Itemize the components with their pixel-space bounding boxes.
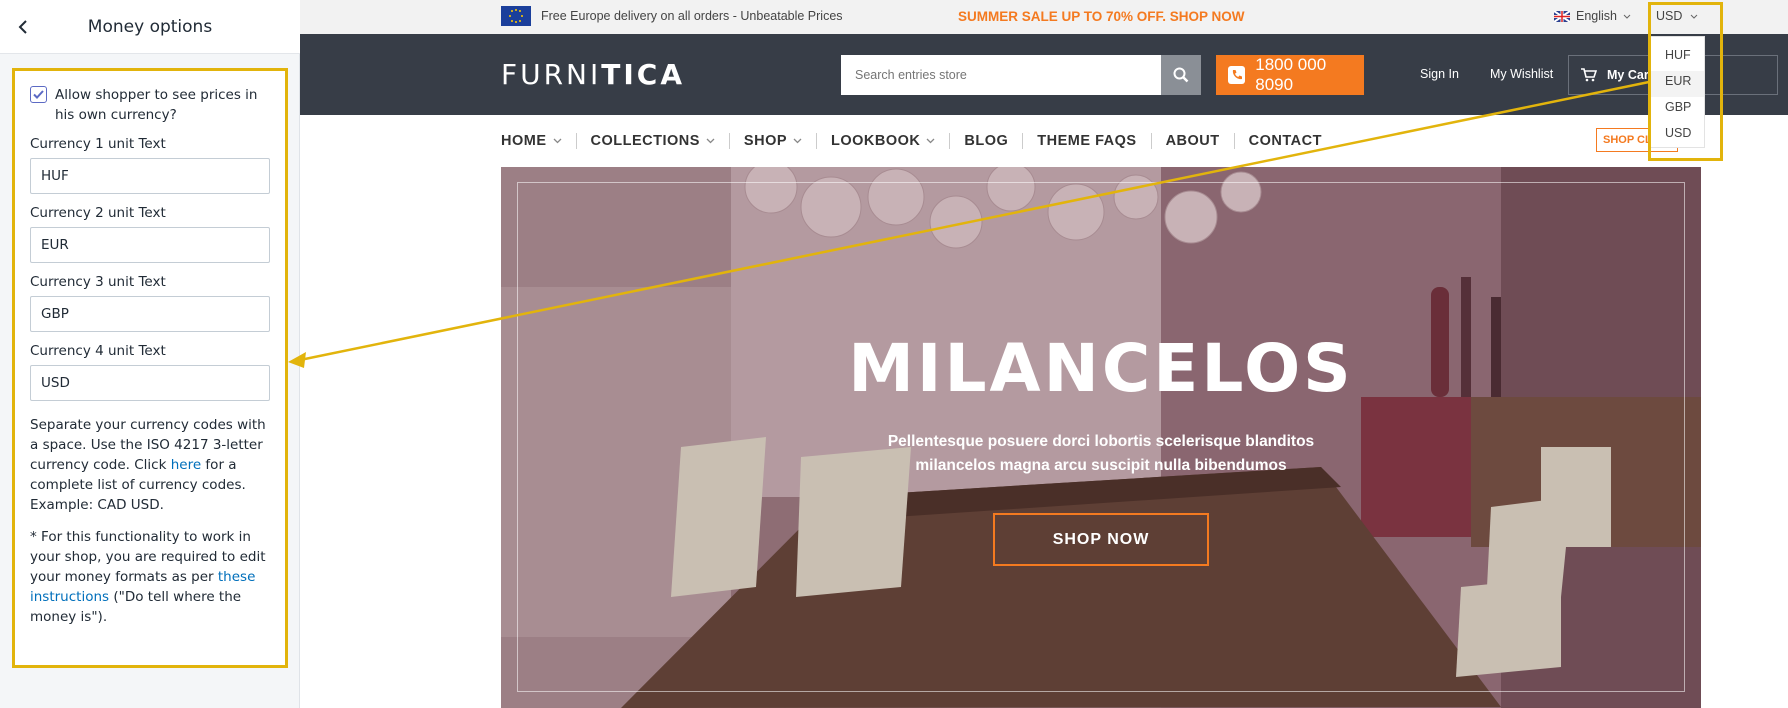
currency-help-text: Separate your currency codes with a spac… — [30, 415, 270, 515]
currency-4-input[interactable] — [30, 365, 270, 401]
currency-4-label: Currency 4 unit Text — [30, 343, 166, 359]
money-options-section: Allow shopper to see prices in his own c… — [12, 68, 288, 668]
allow-currency-checkbox[interactable] — [30, 86, 47, 103]
hero-banner: MILANCELOS Pellentesque posuere dorci lo… — [501, 167, 1701, 708]
iso-codes-link[interactable]: here — [171, 457, 201, 473]
currency-2-input[interactable] — [30, 227, 270, 263]
logo-light-text: FURNI — [501, 58, 602, 91]
phone-number: 1800 000 8090 — [1255, 55, 1327, 94]
promo-text: Free Europe delivery on all orders - Unb… — [541, 9, 843, 23]
chevron-down-icon — [1623, 14, 1631, 19]
nav-label: COLLECTIONS — [590, 133, 700, 149]
sale-banner-link[interactable]: SUMMER SALE UP TO 70% OFF. SHOP NOW — [958, 9, 1245, 24]
nav-label: BLOG — [964, 133, 1009, 149]
nav-label: CONTACT — [1248, 133, 1322, 149]
store-header: FURNITICA 1800 000 8090 Sign In My Wishl… — [300, 34, 1788, 115]
currency-label: USD — [1656, 9, 1683, 23]
main-navigation: HOME COLLECTIONS SHOP LOOKBOOK BLOG THEM… — [501, 131, 1336, 151]
currency-4-group: Currency 4 unit Text — [30, 343, 270, 401]
panel-title: Money options — [87, 17, 213, 37]
currency-3-label: Currency 3 unit Text — [30, 274, 166, 290]
currency-option-usd[interactable]: USD — [1650, 123, 1704, 149]
checkmark-icon — [33, 90, 44, 99]
language-label: English — [1576, 9, 1617, 23]
currency-2-group: Currency 2 unit Text — [30, 205, 270, 263]
nav-label: HOME — [501, 133, 547, 149]
chevron-down-icon — [793, 138, 802, 144]
eu-flag-icon — [501, 6, 531, 26]
nav-item-shop[interactable]: SHOP — [728, 133, 816, 149]
cart-label: My Cart — [1607, 68, 1653, 82]
nav-label: SHOP — [743, 133, 788, 149]
currency-toggle-row: Allow shopper to see prices in his own c… — [30, 85, 270, 125]
uk-flag-icon — [1553, 9, 1571, 23]
hero-subtitle: Pellentesque posuere dorci lobortis scel… — [887, 433, 1315, 474]
storefront-preview: Free Europe delivery on all orders - Unb… — [300, 0, 1788, 708]
store-logo[interactable]: FURNITICA — [501, 58, 685, 91]
currency-2-label: Currency 2 unit Text — [30, 205, 166, 221]
chevron-down-icon — [1691, 14, 1698, 19]
nav-item-blog[interactable]: BLOG — [949, 133, 1022, 149]
nav-label: THEME FAQS — [1037, 133, 1137, 149]
nav-item-theme-faqs[interactable]: THEME FAQS — [1022, 133, 1150, 149]
nav-item-about[interactable]: ABOUT — [1150, 133, 1234, 149]
nav-item-contact[interactable]: CONTACT — [1233, 133, 1336, 149]
currency-1-input[interactable] — [30, 158, 270, 194]
currency-1-group: Currency 1 unit Text — [30, 136, 270, 194]
checkbox-label: Allow shopper to see prices in his own c… — [55, 87, 258, 123]
panel-header: Money options — [0, 0, 300, 54]
search-icon — [1173, 67, 1189, 83]
money-format-note: * For this functionality to work in your… — [30, 527, 270, 627]
settings-panel: Money options Allow shopper to see price… — [0, 0, 300, 708]
currency-3-input[interactable] — [30, 296, 270, 332]
chevron-down-icon — [553, 138, 561, 144]
logo-bold-text: TICA — [601, 58, 686, 91]
search-input[interactable] — [841, 55, 1161, 95]
chevron-down-icon — [706, 138, 715, 144]
phone-button[interactable]: 1800 000 8090 — [1216, 55, 1364, 95]
sign-in-link[interactable]: Sign In — [1420, 67, 1459, 81]
currency-selector[interactable]: USD — [1656, 9, 1698, 23]
nav-label: LOOKBOOK — [831, 133, 921, 149]
chevron-down-icon — [926, 138, 935, 144]
currency-option-gbp[interactable]: GBP — [1650, 97, 1704, 123]
wishlist-link[interactable]: My Wishlist — [1490, 67, 1553, 81]
currency-dropdown-menu: HUF EUR GBP USD — [1649, 36, 1705, 148]
currency-3-group: Currency 3 unit Text — [30, 274, 270, 332]
announcement-bar: Free Europe delivery on all orders - Unb… — [300, 0, 1788, 34]
search-button[interactable] — [1161, 55, 1201, 95]
nav-item-collections[interactable]: COLLECTIONS — [575, 133, 729, 149]
currency-1-label: Currency 1 unit Text — [30, 136, 166, 152]
language-selector[interactable]: English — [1553, 9, 1631, 23]
phone-icon — [1228, 66, 1246, 84]
nav-item-lookbook[interactable]: LOOKBOOK — [816, 133, 949, 149]
nav-label: ABOUT — [1165, 133, 1220, 149]
hero-title: MILANCELOS — [848, 330, 1354, 407]
currency-option-eur[interactable]: EUR — [1650, 71, 1704, 97]
shop-now-button[interactable]: SHOP NOW — [993, 513, 1209, 566]
currency-option-huf[interactable]: HUF — [1650, 45, 1704, 71]
cart-icon — [1581, 68, 1597, 82]
nav-item-home[interactable]: HOME — [501, 133, 576, 149]
